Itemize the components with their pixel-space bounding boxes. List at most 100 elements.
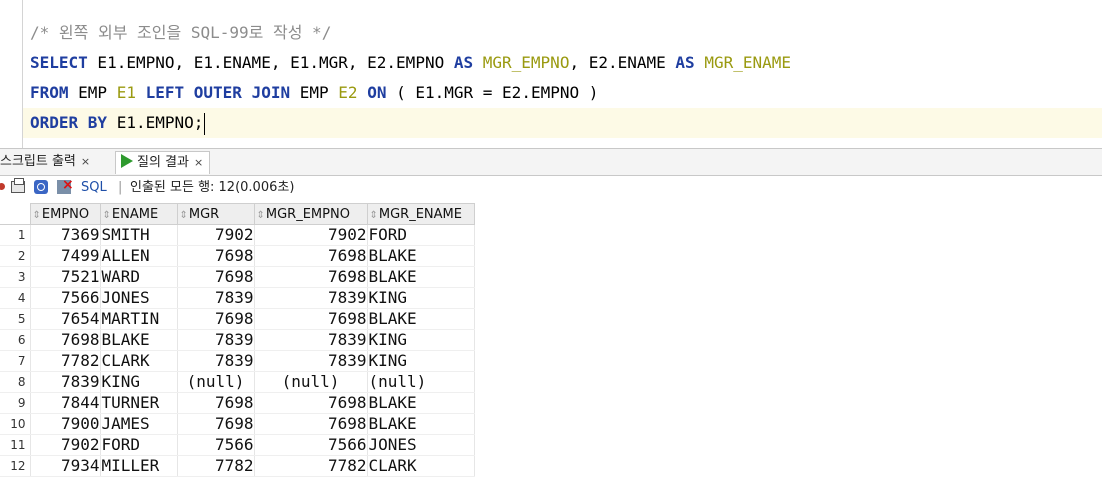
row-number: 12: [0, 455, 31, 477]
empno-cell[interactable]: 7566: [30, 287, 101, 309]
cancel-fetch-icon[interactable]: [57, 176, 74, 194]
ename-cell[interactable]: KING: [100, 371, 178, 393]
mgr-cell[interactable]: 7698: [177, 245, 255, 267]
table-row[interactable]: 8 7839 KING (null) (null) (null): [0, 371, 475, 393]
pin-icon[interactable]: [0, 183, 5, 190]
mgr-ename-cell[interactable]: BLAKE: [367, 308, 475, 330]
close-icon[interactable]: ×: [81, 155, 90, 168]
mgr-ename-cell[interactable]: BLAKE: [367, 266, 475, 288]
mgr-empno-cell[interactable]: 7698: [254, 392, 368, 414]
ename-cell[interactable]: BLAKE: [100, 329, 178, 351]
mgr-cell[interactable]: 7566: [177, 434, 255, 456]
table-row[interactable]: 1 7369 SMITH 7902 7902 FORD: [0, 224, 475, 246]
mgr-cell[interactable]: 7902: [177, 224, 255, 246]
print-icon[interactable]: [11, 178, 25, 193]
sql-keyword: LEFT OUTER JOIN: [145, 83, 291, 102]
mgr-empno-cell[interactable]: 7839: [254, 350, 368, 372]
ename-cell[interactable]: CLARK: [100, 350, 178, 372]
mgr-empno-cell[interactable]: 7839: [254, 329, 368, 351]
empno-cell[interactable]: 7902: [30, 434, 101, 456]
sql-keyword: AS: [453, 53, 474, 72]
empno-cell[interactable]: 7499: [30, 245, 101, 267]
empno-cell[interactable]: 7934: [30, 455, 101, 477]
mgr-cell[interactable]: 7698: [177, 392, 255, 414]
mgr-empno-cell[interactable]: 7902: [254, 224, 368, 246]
row-number: 8: [0, 371, 31, 393]
table-row[interactable]: 7 7782 CLARK 7839 7839 KING: [0, 350, 475, 372]
mgr-cell[interactable]: 7839: [177, 287, 255, 309]
column-header-empno[interactable]: ⇕EMPNO: [29, 203, 101, 225]
mgr-empno-cell[interactable]: 7698: [254, 413, 368, 435]
table-row[interactable]: 12 7934 MILLER 7782 7782 CLARK: [0, 455, 475, 477]
mgr-ename-cell[interactable]: KING: [367, 350, 475, 372]
table-row[interactable]: 11 7902 FORD 7566 7566 JONES: [0, 434, 475, 456]
ename-cell[interactable]: MILLER: [100, 455, 178, 477]
tab-script-output[interactable]: 스크립트 출력 ×: [0, 151, 94, 173]
mgr-empno-cell[interactable]: 7839: [254, 287, 368, 309]
mgr-cell[interactable]: 7698: [177, 266, 255, 288]
empno-cell[interactable]: 7698: [30, 329, 101, 351]
tab-query-result[interactable]: 질의 결과 ×: [115, 151, 211, 174]
mgr-cell[interactable]: 7839: [177, 329, 255, 351]
table-row[interactable]: 10 7900 JAMES 7698 7698 BLAKE: [0, 413, 475, 435]
table-row[interactable]: 5 7654 MARTIN 7698 7698 BLAKE: [0, 308, 475, 330]
column-header-mgr-empno[interactable]: ⇕MGR_EMPNO: [253, 203, 368, 225]
table-row[interactable]: 2 7499 ALLEN 7698 7698 BLAKE: [0, 245, 475, 267]
close-icon[interactable]: ×: [194, 156, 203, 169]
mgr-ename-cell[interactable]: KING: [367, 329, 475, 351]
mgr-ename-cell[interactable]: BLAKE: [367, 392, 475, 414]
row-number: 3: [0, 266, 31, 288]
sort-icon: ⇕: [179, 209, 188, 221]
ename-cell[interactable]: ALLEN: [100, 245, 178, 267]
mgr-cell[interactable]: 7698: [177, 308, 255, 330]
mgr-ename-cell[interactable]: KING: [367, 287, 475, 309]
mgr-empno-cell[interactable]: 7698: [254, 308, 368, 330]
mgr-ename-cell[interactable]: (null): [367, 371, 475, 393]
column-header-mgr[interactable]: ⇕MGR: [176, 203, 255, 225]
sql-editor[interactable]: /* 왼쪽 외부 조인을 SQL-99로 작성 */ SELECT E1.EMP…: [0, 0, 1102, 148]
mgr-cell[interactable]: 7698: [177, 413, 255, 435]
table-row[interactable]: 9 7844 TURNER 7698 7698 BLAKE: [0, 392, 475, 414]
sort-icon: ⇕: [256, 209, 265, 221]
ename-cell[interactable]: SMITH: [100, 224, 178, 246]
mgr-empno-cell[interactable]: 7698: [254, 245, 368, 267]
mgr-ename-cell[interactable]: JONES: [367, 434, 475, 456]
mgr-empno-cell[interactable]: 7698: [254, 266, 368, 288]
mgr-cell[interactable]: 7782: [177, 455, 255, 477]
empno-cell[interactable]: 7782: [30, 350, 101, 372]
empno-cell[interactable]: 7654: [30, 308, 101, 330]
mgr-cell[interactable]: (null): [177, 371, 255, 393]
mgr-ename-cell[interactable]: BLAKE: [367, 245, 475, 267]
empno-cell[interactable]: 7521: [30, 266, 101, 288]
empno-cell[interactable]: 7900: [30, 413, 101, 435]
table-row[interactable]: 6 7698 BLAKE 7839 7839 KING: [0, 329, 475, 351]
sql-link[interactable]: SQL: [81, 179, 107, 197]
ename-cell[interactable]: FORD: [100, 434, 178, 456]
ename-cell[interactable]: TURNER: [100, 392, 178, 414]
mgr-empno-cell[interactable]: 7566: [254, 434, 368, 456]
text-caret: [204, 112, 206, 135]
column-header-ename[interactable]: ⇕ENAME: [99, 203, 178, 225]
refresh-icon[interactable]: [34, 180, 48, 194]
mgr-ename-cell[interactable]: FORD: [367, 224, 475, 246]
sql-alias: E1: [116, 83, 136, 102]
mgr-ename-cell[interactable]: CLARK: [367, 455, 475, 477]
mgr-ename-cell[interactable]: BLAKE: [367, 413, 475, 435]
mgr-cell[interactable]: 7839: [177, 350, 255, 372]
empno-cell[interactable]: 7839: [30, 371, 101, 393]
column-header-mgr-ename[interactable]: ⇕MGR_ENAME: [366, 203, 475, 225]
empno-cell[interactable]: 7844: [30, 392, 101, 414]
results-tab-strip: 스크립트 출력 × 질의 결과 ×: [0, 148, 1102, 176]
ename-cell[interactable]: MARTIN: [100, 308, 178, 330]
table-row[interactable]: 3 7521 WARD 7698 7698 BLAKE: [0, 266, 475, 288]
empno-cell[interactable]: 7369: [30, 224, 101, 246]
ename-cell[interactable]: JAMES: [100, 413, 178, 435]
mgr-empno-cell[interactable]: 7782: [254, 455, 368, 477]
ename-cell[interactable]: JONES: [100, 287, 178, 309]
row-number: 10: [0, 413, 31, 435]
mgr-empno-cell[interactable]: (null): [254, 371, 368, 393]
table-row[interactable]: 4 7566 JONES 7839 7839 KING: [0, 287, 475, 309]
ename-cell[interactable]: WARD: [100, 266, 178, 288]
